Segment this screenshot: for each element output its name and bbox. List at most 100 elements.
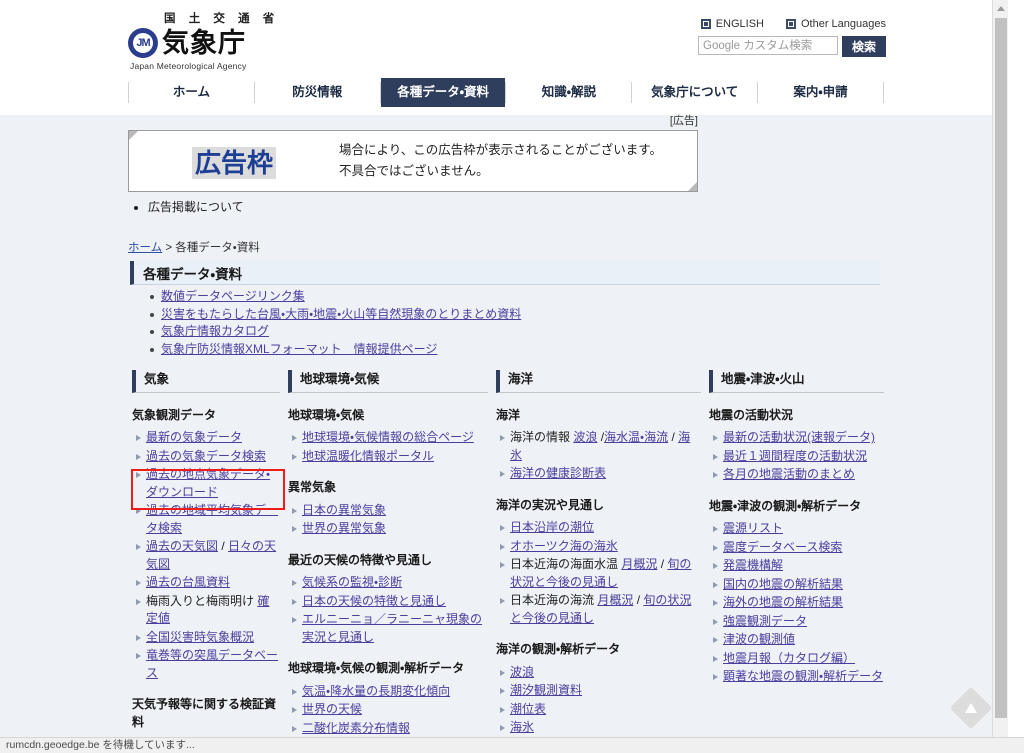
- link-climate-monitoring-diagnosis[interactable]: 気候系の監視・診断: [302, 575, 402, 589]
- list-item: 日本近海の海面水温 月概況 / 旬の状況と今後の見通し: [498, 556, 701, 591]
- nav-item-disaster-info[interactable]: 防災情報: [255, 78, 380, 107]
- link-tide-observation-data[interactable]: 潮汐観測資料: [510, 683, 582, 697]
- link-current-monthly[interactable]: 月概況: [597, 593, 633, 607]
- link-hypocenter-list[interactable]: 震源リスト: [723, 521, 783, 535]
- group-heading: 地球環境・気候: [288, 408, 365, 422]
- link-temperature-precipitation-trend[interactable]: 気温・降水量の長期変化傾向: [302, 684, 450, 698]
- jma-logo-mark-icon: [128, 28, 158, 58]
- link-ocean-waves[interactable]: 波浪: [573, 430, 597, 444]
- link-domestic-earthquake-analysis[interactable]: 国内の地震の解析結果: [723, 577, 843, 591]
- link-strong-motion-data[interactable]: 強震観測データ: [723, 614, 807, 628]
- link-tide-table[interactable]: 潮位表: [510, 702, 546, 716]
- ad-note-item[interactable]: 広告掲載について: [148, 198, 698, 215]
- link-okhotsk-sea-ice[interactable]: オホーツク海の海氷: [510, 539, 618, 553]
- link-list: 最新の気象データ 過去の気象データ検索 過去の地点気象データ・ダウンロード 過去…: [134, 429, 280, 682]
- link-focal-mechanism[interactable]: 発震機構解: [723, 558, 783, 572]
- breadcrumb-separator: >: [165, 242, 173, 254]
- search-input[interactable]: [698, 36, 838, 55]
- list-item: 気象庁情報カタログ: [150, 323, 890, 341]
- link-elnino-lanina[interactable]: エルニーニョ／ラニーニャ現象の実況と見通し: [302, 612, 482, 644]
- nav-item-about-jma[interactable]: 気象庁について: [632, 78, 757, 107]
- link-world-climate[interactable]: 世界の天候: [302, 702, 362, 716]
- list-item: 世界の異常気象: [290, 520, 488, 538]
- link-world-extreme-weather[interactable]: 世界の異常気象: [302, 521, 386, 535]
- list-item: 波浪: [498, 664, 701, 682]
- list-item: 気候系の監視・診断: [290, 574, 488, 592]
- browser-viewport: 国 土 交 通 省 気象庁 Japan Meteorological Agenc…: [0, 0, 1008, 737]
- breadcrumb-home-link[interactable]: ホーム: [128, 242, 162, 254]
- english-link[interactable]: ENGLISH: [700, 18, 764, 30]
- link-japan-coastal-tide-level[interactable]: 日本沿岸の潮位: [510, 520, 594, 534]
- link-japan-extreme-weather[interactable]: 日本の異常気象: [302, 503, 386, 517]
- link-past-typhoon-data[interactable]: 過去の台風資料: [146, 575, 230, 589]
- nav-item-data-materials[interactable]: 各種データ・資料: [380, 78, 506, 107]
- column-weather: 気象 気象観測データ 最新の気象データ 過去の気象データ検索 過去の地点気象デー…: [132, 370, 288, 737]
- link-latest-seismic-activity[interactable]: 最新の活動状況(速報データ): [723, 430, 875, 444]
- link-sea-ice-data[interactable]: 海氷: [510, 720, 534, 734]
- top-link-numeric-data[interactable]: 数値データページリンク集: [161, 289, 305, 303]
- group-heading: 海洋: [496, 408, 521, 422]
- link-significant-earthquake-data[interactable]: 顕著な地震の観測・解析データ: [723, 669, 883, 683]
- link-overseas-earthquake-analysis[interactable]: 海外の地震の解析結果: [723, 595, 843, 609]
- link-seismological-bulletin[interactable]: 地震月報（カタログ編）: [723, 651, 855, 665]
- other-languages-label: Other Languages: [800, 18, 886, 30]
- agency-name-en: Japan Meteorological Agency: [130, 61, 247, 71]
- list-item: 数値データページリンク集: [150, 288, 890, 306]
- link-list: 最新の活動状況(速報データ) 最近１週間程度の活動状況 各月の地震活動のまとめ: [711, 429, 884, 484]
- nav-separator: [882, 82, 884, 103]
- category-columns: 気象 気象観測データ 最新の気象データ 過去の気象データ検索 過去の地点気象デー…: [132, 370, 892, 737]
- globe-icon: [785, 19, 796, 29]
- link-tornado-database[interactable]: 竜巻等の突風データベース: [146, 648, 278, 680]
- list-item: 地球環境・気候情報の総合ページ: [290, 429, 488, 447]
- english-link-label: ENGLISH: [715, 18, 764, 30]
- scrollbar-thumb[interactable]: [995, 18, 1007, 718]
- link-past-station-data-download[interactable]: 過去の地点気象データ・ダウンロード: [146, 467, 270, 499]
- label-sst-nearby: 日本近海の海面水温: [510, 557, 622, 572]
- nav-item-guide-application[interactable]: 案内・申請: [758, 78, 883, 107]
- link-sst-monthly[interactable]: 月概況: [621, 557, 657, 571]
- ministry-name: 国 土 交 通 省: [164, 13, 280, 25]
- label-ocean-info: 海洋の情報: [510, 430, 574, 445]
- list-item: 日本近海の海流 月概況 / 旬の状況と今後の見通し: [498, 592, 701, 627]
- link-past-weather-maps[interactable]: 過去の天気図: [146, 539, 218, 553]
- search-button[interactable]: 検索: [842, 36, 886, 57]
- ad-banner[interactable]: 広告枠 場合により、この広告枠が表示されることがございます。 不具合ではございま…: [128, 130, 698, 192]
- link-climate-portal[interactable]: 地球環境・気候情報の総合ページ: [302, 430, 474, 444]
- link-co2-distribution[interactable]: 二酸化炭素分布情報: [302, 721, 410, 735]
- list-item: 気温・降水量の長期変化傾向: [290, 683, 488, 701]
- list-item: 海洋の情報 波浪 /海水温・海流 / 海氷: [498, 429, 701, 464]
- link-sea-temperature-current[interactable]: 海水温・海流: [604, 430, 668, 444]
- link-japan-climate-outlook[interactable]: 日本の天候の特徴と見通し: [302, 594, 446, 608]
- other-languages-link[interactable]: Other Languages: [785, 18, 886, 30]
- ad-banner-title-text: 広告枠: [191, 146, 276, 179]
- group-heading: 地震の活動状況: [709, 408, 794, 422]
- link-past-regional-average-search[interactable]: 過去の地域平均気象データ検索: [146, 503, 278, 535]
- nav-item-home[interactable]: ホーム: [129, 78, 254, 107]
- link-list: 気候系の監視・診断 日本の天候の特徴と見通し エルニーニョ／ラニーニャ現象の実況…: [290, 574, 488, 646]
- label-current-nearby: 日本近海の海流: [510, 593, 598, 608]
- top-link-info-catalog[interactable]: 気象庁情報カタログ: [161, 324, 269, 338]
- link-list: 海洋の情報 波浪 /海水温・海流 / 海氷 海洋の健康診断表: [498, 429, 701, 483]
- link-weekly-seismic-activity[interactable]: 最近１週間程度の活動状況: [723, 449, 867, 463]
- link-global-warming-portal[interactable]: 地球温暖化情報ポータル: [302, 449, 434, 463]
- link-tsunami-observations[interactable]: 津波の観測値: [723, 632, 795, 646]
- separator-text: /: [218, 539, 229, 554]
- scrollbar-up-arrow-icon[interactable]: [993, 0, 1008, 16]
- link-waves-data[interactable]: 波浪: [510, 665, 534, 679]
- top-link-disaster-summary[interactable]: 災害をもたらした台風・大雨・地震・火山等自然現象のとりまとめ資料: [161, 307, 521, 321]
- list-item: 震源リスト: [711, 520, 884, 538]
- link-national-disaster-weather-overview[interactable]: 全国災害時気象概況: [146, 630, 254, 644]
- ad-banner-title: 広告枠: [129, 143, 339, 180]
- link-seismic-intensity-database[interactable]: 震度データベース検索: [723, 540, 842, 554]
- group-heading: 天気予報等に関する検証資料: [132, 697, 277, 729]
- vertical-scrollbar[interactable]: [992, 0, 1008, 737]
- nav-item-knowledge[interactable]: 知識・解説: [506, 78, 631, 107]
- top-link-xml-format[interactable]: 気象庁防災情報XMLフォーマット 情報提供ページ: [161, 342, 437, 356]
- site-logo[interactable]: 国 土 交 通 省 気象庁 Japan Meteorological Agenc…: [128, 10, 388, 71]
- link-past-weather-search[interactable]: 過去の気象データ検索: [146, 449, 266, 463]
- list-item: 気象庁防災情報XMLフォーマット 情報提供ページ: [150, 341, 890, 359]
- group-heading: 海洋の観測・解析データ: [496, 642, 621, 657]
- link-ocean-health-report[interactable]: 海洋の健康診断表: [510, 466, 606, 480]
- link-latest-weather-data[interactable]: 最新の気象データ: [146, 430, 242, 444]
- link-monthly-seismic-summary[interactable]: 各月の地震活動のまとめ: [723, 467, 855, 481]
